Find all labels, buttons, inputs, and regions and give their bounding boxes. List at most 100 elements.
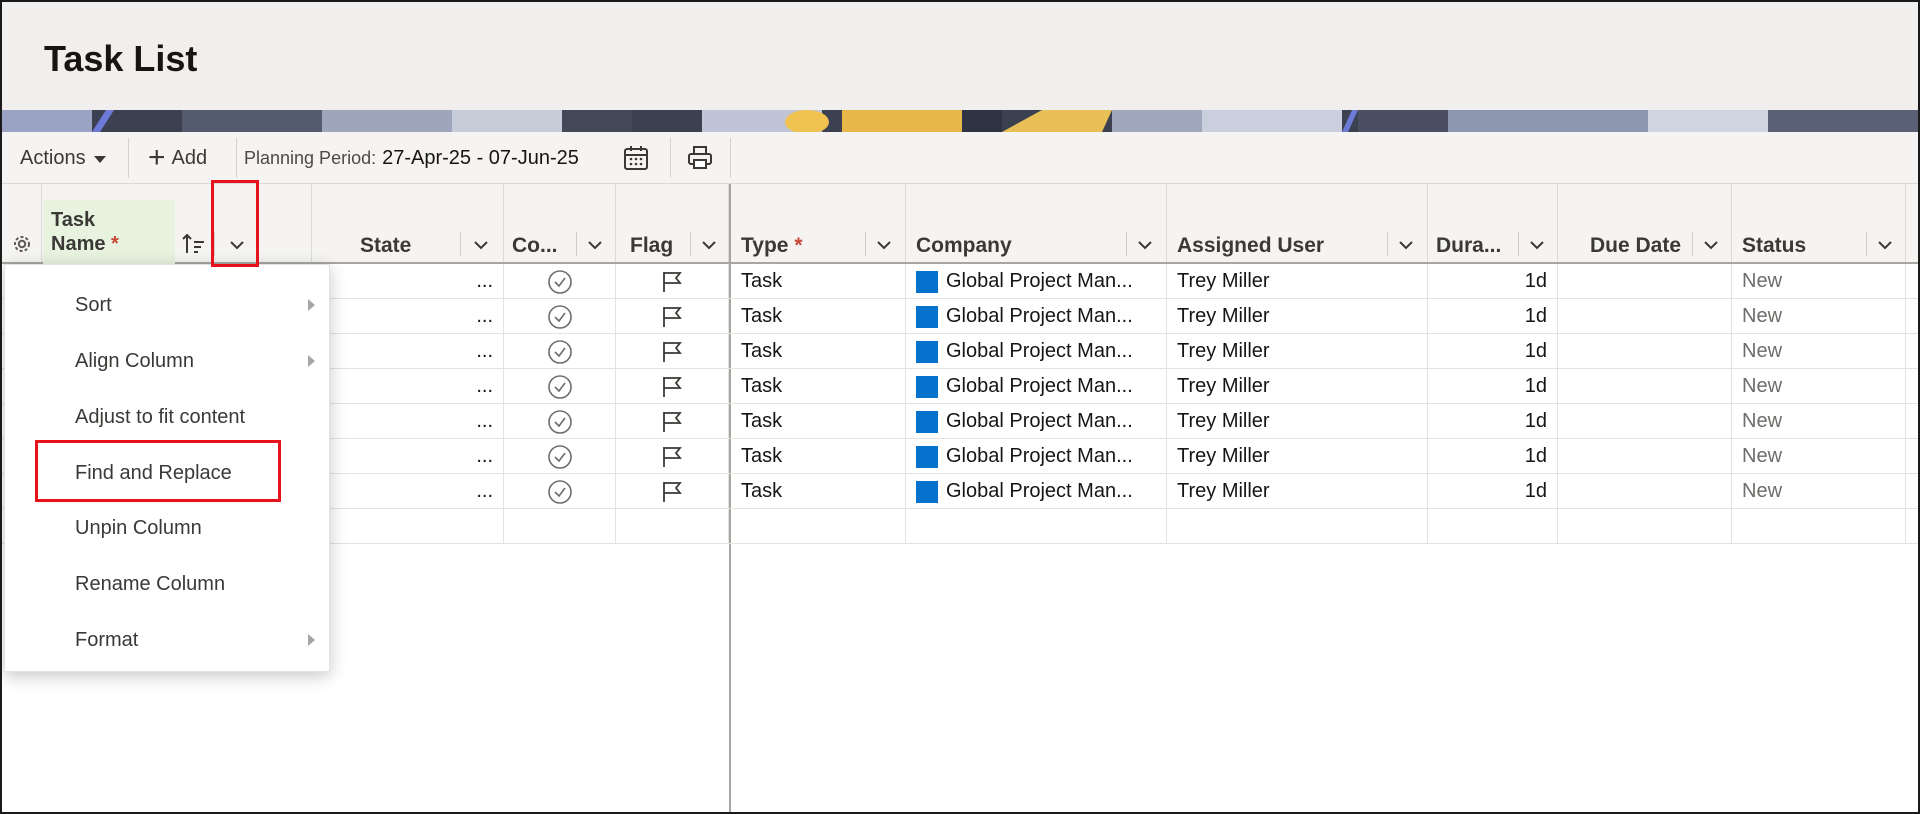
type-cell[interactable]: Task: [731, 474, 906, 509]
menu-item-align-column[interactable]: Align Column: [5, 337, 329, 385]
duration-cell[interactable]: 1d: [1428, 299, 1558, 334]
company-cell[interactable]: Global Project Man...: [906, 334, 1167, 369]
status-cell[interactable]: New: [1732, 299, 1906, 334]
status-cell[interactable]: New: [1732, 369, 1906, 404]
chevron-down-icon[interactable]: [1874, 234, 1896, 256]
print-button[interactable]: [686, 132, 714, 184]
check-circle-icon[interactable]: [547, 269, 573, 295]
flag-cell[interactable]: [616, 404, 729, 439]
chevron-down-icon[interactable]: [873, 234, 895, 256]
status-header[interactable]: Status: [1732, 184, 1906, 262]
check-circle-icon[interactable]: [547, 479, 573, 505]
check-circle-icon[interactable]: [547, 304, 573, 330]
company-cell[interactable]: Global Project Man...: [906, 264, 1167, 299]
complete-cell[interactable]: [504, 264, 616, 299]
due-date-cell[interactable]: [1558, 404, 1732, 439]
check-circle-icon[interactable]: [547, 374, 573, 400]
flag-cell[interactable]: [616, 439, 729, 474]
flag-icon[interactable]: [659, 304, 685, 330]
due-date-header[interactable]: Due Date: [1558, 184, 1732, 262]
menu-item-format[interactable]: Format: [5, 616, 329, 664]
company-cell[interactable]: Global Project Man...: [906, 474, 1167, 509]
flag-cell[interactable]: [616, 299, 729, 334]
due-date-cell[interactable]: [1558, 334, 1732, 369]
chevron-down-icon[interactable]: [1395, 234, 1417, 256]
chevron-down-icon[interactable]: [1134, 234, 1156, 256]
menu-item-sort[interactable]: Sort: [5, 281, 329, 329]
type-cell[interactable]: Task: [731, 369, 906, 404]
check-circle-icon[interactable]: [547, 409, 573, 435]
type-cell[interactable]: Task: [731, 334, 906, 369]
company-cell[interactable]: Global Project Man...: [906, 299, 1167, 334]
due-date-cell[interactable]: [1558, 439, 1732, 474]
status-cell[interactable]: New: [1732, 334, 1906, 369]
state-cell[interactable]: ...: [312, 369, 504, 404]
flag-header[interactable]: Flag: [616, 184, 729, 262]
complete-cell[interactable]: [504, 404, 616, 439]
status-cell[interactable]: New: [1732, 404, 1906, 439]
due-date-cell[interactable]: [1558, 369, 1732, 404]
chevron-down-icon[interactable]: [470, 234, 492, 256]
assigned-user-cell[interactable]: Trey Miller: [1167, 404, 1428, 439]
assigned-user-cell[interactable]: Trey Miller: [1167, 334, 1428, 369]
add-button[interactable]: + Add: [148, 132, 207, 184]
due-date-cell[interactable]: [1558, 264, 1732, 299]
type-cell[interactable]: Task: [731, 299, 906, 334]
state-cell[interactable]: ...: [312, 474, 504, 509]
flag-cell[interactable]: [616, 334, 729, 369]
flag-icon[interactable]: [659, 479, 685, 505]
check-circle-icon[interactable]: [547, 444, 573, 470]
state-cell[interactable]: ...: [312, 334, 504, 369]
actions-menu-button[interactable]: Actions: [20, 132, 106, 184]
flag-cell[interactable]: [616, 474, 729, 509]
chevron-down-icon[interactable]: [1526, 234, 1548, 256]
flag-icon[interactable]: [659, 409, 685, 435]
flag-icon[interactable]: [659, 374, 685, 400]
calendar-button[interactable]: [622, 132, 650, 184]
due-date-cell[interactable]: [1558, 299, 1732, 334]
duration-cell[interactable]: 1d: [1428, 369, 1558, 404]
state-cell[interactable]: ...: [312, 264, 504, 299]
state-cell[interactable]: ...: [312, 404, 504, 439]
menu-item-unpin-column[interactable]: Unpin Column: [5, 504, 329, 552]
duration-cell[interactable]: 1d: [1428, 474, 1558, 509]
state-header[interactable]: State: [312, 184, 504, 262]
settings-header-cell[interactable]: [2, 184, 42, 262]
assigned-user-cell[interactable]: Trey Miller: [1167, 439, 1428, 474]
chevron-down-icon[interactable]: [1700, 234, 1722, 256]
type-header[interactable]: Type *: [731, 184, 906, 262]
menu-item-rename-column[interactable]: Rename Column: [5, 560, 329, 608]
company-cell[interactable]: Global Project Man...: [906, 404, 1167, 439]
company-cell[interactable]: Global Project Man...: [906, 439, 1167, 474]
status-cell[interactable]: New: [1732, 439, 1906, 474]
assigned-user-header[interactable]: Assigned User: [1167, 184, 1428, 262]
state-cell[interactable]: ...: [312, 299, 504, 334]
check-circle-icon[interactable]: [547, 339, 573, 365]
complete-header[interactable]: Co...: [504, 184, 616, 262]
flag-icon[interactable]: [659, 269, 685, 295]
flag-icon[interactable]: [659, 444, 685, 470]
status-cell[interactable]: New: [1732, 474, 1906, 509]
flag-icon[interactable]: [659, 339, 685, 365]
duration-header[interactable]: Dura...: [1428, 184, 1558, 262]
flag-cell[interactable]: [616, 369, 729, 404]
flag-cell[interactable]: [616, 264, 729, 299]
chevron-down-icon[interactable]: [584, 234, 606, 256]
chevron-down-icon[interactable]: [698, 234, 720, 256]
complete-cell[interactable]: [504, 474, 616, 509]
assigned-user-cell[interactable]: Trey Miller: [1167, 474, 1428, 509]
duration-cell[interactable]: 1d: [1428, 264, 1558, 299]
duration-cell[interactable]: 1d: [1428, 439, 1558, 474]
menu-item-adjust-to-fit[interactable]: Adjust to fit content: [5, 393, 329, 441]
assigned-user-cell[interactable]: Trey Miller: [1167, 299, 1428, 334]
planning-period[interactable]: Planning Period: 27-Apr-25 - 07-Jun-25: [244, 132, 579, 184]
complete-cell[interactable]: [504, 334, 616, 369]
complete-cell[interactable]: [504, 439, 616, 474]
duration-cell[interactable]: 1d: [1428, 334, 1558, 369]
company-cell[interactable]: Global Project Man...: [906, 369, 1167, 404]
state-cell[interactable]: ...: [312, 439, 504, 474]
type-cell[interactable]: Task: [731, 404, 906, 439]
type-cell[interactable]: Task: [731, 439, 906, 474]
assigned-user-cell[interactable]: Trey Miller: [1167, 264, 1428, 299]
company-header[interactable]: Company: [906, 184, 1167, 262]
